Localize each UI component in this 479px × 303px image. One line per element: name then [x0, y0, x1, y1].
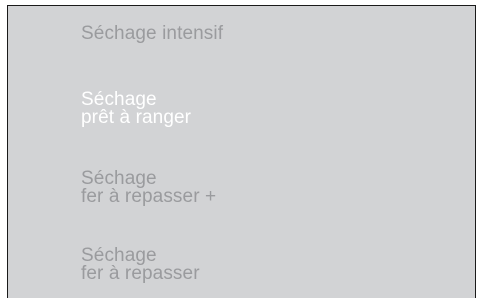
option-label-line-2: prêt à ranger	[81, 107, 192, 128]
option-label-line-2: fer à repasser	[81, 263, 200, 284]
option-sechage-intensif[interactable]: Séchage intensif	[81, 23, 224, 44]
option-label-line-1: Séchage intensif	[81, 23, 224, 44]
option-label-line-2: fer à repasser +	[81, 186, 217, 207]
option-sechage-pret-a-ranger[interactable]: Séchage prêt à ranger	[81, 90, 192, 128]
option-sechage-fer-a-repasser-plus[interactable]: Séchage fer à repasser +	[81, 169, 217, 207]
option-sechage-fer-a-repasser[interactable]: Séchage fer à repasser	[81, 246, 200, 284]
drying-program-menu: Séchage intensif Séchage prêt à ranger S…	[7, 5, 476, 298]
